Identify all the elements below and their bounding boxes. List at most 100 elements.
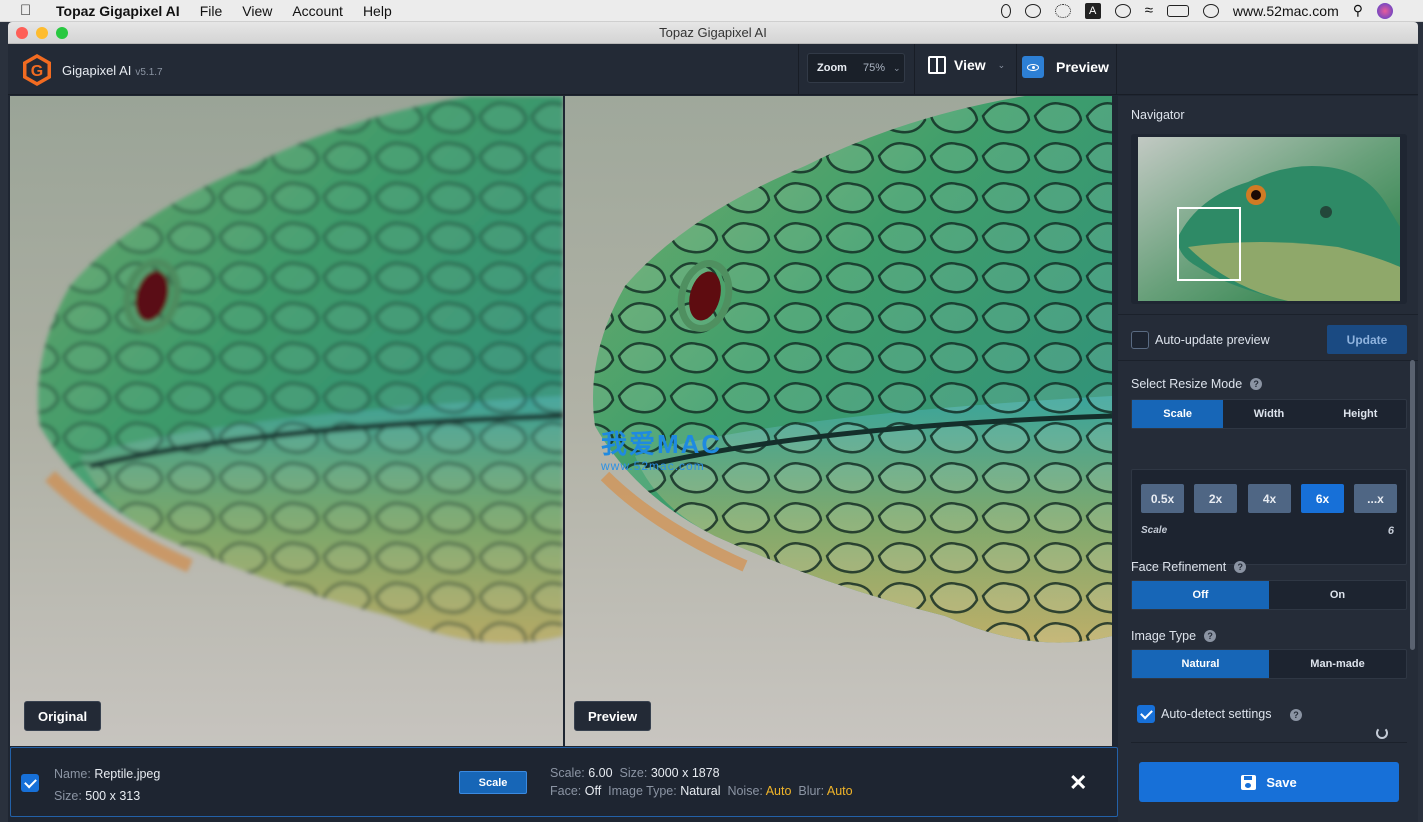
scale-mode-chip: Scale [459,771,527,794]
siri-icon[interactable] [1377,2,1393,19]
sidebar-scrollbar[interactable] [1410,360,1415,650]
zoom-label: Zoom [817,62,847,74]
navigator-viewport-rect[interactable] [1177,207,1241,281]
face-refinement-off[interactable]: Off [1132,581,1269,609]
resize-mode-width[interactable]: Width [1223,400,1314,428]
help-icon[interactable]: ? [1290,709,1302,721]
output-image-type-label: Image Type: [608,784,677,798]
gigapixel-logo-icon: G [23,54,51,86]
save-button[interactable]: Save [1139,762,1399,802]
original-label: Original [24,701,102,731]
view-button[interactable]: View ⌄ [928,56,1005,74]
auto-detect-label: Auto-detect settings [1161,707,1272,721]
preview-pane[interactable] [565,96,1112,746]
original-image [10,96,563,746]
face-refinement-segmented: Off On [1131,580,1407,610]
divider [1131,742,1407,743]
brand-title: Gigapixel AI [62,63,132,78]
app-window: Topaz Gigapixel AI G Gigapixel AI v5.1.7 … [8,22,1418,822]
menu-help[interactable]: Help [363,3,392,19]
image-type-natural[interactable]: Natural [1132,650,1269,678]
refresh-icon[interactable] [1376,727,1388,739]
menu-file[interactable]: File [200,3,223,19]
face-refinement-title: Face Refinement? [1131,560,1247,574]
image-type-segmented: Natural Man-made [1131,649,1407,679]
resize-mode-scale[interactable]: Scale [1132,400,1224,428]
face-refinement-on[interactable]: On [1269,581,1406,609]
navigator-panel[interactable] [1131,134,1407,304]
input-source-icon[interactable]: A [1084,2,1101,19]
menu-app-name[interactable]: Topaz Gigapixel AI [56,3,180,19]
window-title: Topaz Gigapixel AI [659,25,767,40]
eye-icon [1022,56,1044,78]
mouse-icon[interactable] [1000,3,1011,18]
scale-value: 6 [1387,525,1394,537]
image-type-man-made[interactable]: Man-made [1269,650,1406,678]
toolbar-divider [1016,44,1017,95]
output-scale-label: Scale: [550,766,585,780]
gear-icon[interactable] [1054,3,1071,18]
info-icon[interactable] [1202,3,1219,18]
resize-mode-height[interactable]: Height [1315,400,1406,428]
update-button[interactable]: Update [1327,325,1407,354]
preview-label-badge: Preview [574,701,652,731]
preview-button[interactable]: Preview [1022,56,1109,78]
file-select-checkbox[interactable] [21,774,39,792]
output-face-label: Face: [550,784,582,798]
file-info-bar[interactable]: Name: Reptile.jpeg Size: 500 x 313 Scale… [10,747,1118,817]
auto-detect-checkbox[interactable] [1137,705,1155,723]
scale-chip-0-5x[interactable]: 0.5x [1141,484,1184,513]
menu-view[interactable]: View [242,3,272,19]
brand-name: Gigapixel AI v5.1.7 [62,63,163,78]
resize-mode-segmented: Scale Width Height [1131,399,1407,429]
resize-mode-title: Select Resize Mode? [1131,377,1263,391]
scale-chip-2x[interactable]: 2x [1194,484,1237,513]
output-row-2: Face: Off Image Type: Natural Noise: Aut… [550,784,853,798]
help-icon[interactable]: ? [1204,630,1217,642]
output-size-label: Size: [619,766,648,780]
remove-file-close-icon[interactable]: ✕ [1069,770,1087,796]
spotlight-search-icon[interactable]: ⚲ [1353,2,1363,19]
output-noise-label: Noise: [727,784,763,798]
navigator-title: Navigator [1131,108,1185,122]
output-row-1: Scale: 6.00 Size: 3000 x 1878 [550,766,720,780]
scale-chip-custom[interactable]: ...x [1354,484,1397,513]
image-type-text: Image Type [1131,629,1197,643]
output-noise-value: Auto [765,784,792,798]
toolbar-divider [1116,44,1117,95]
help-icon[interactable]: ? [1250,378,1263,390]
scale-options: 0.5x 2x 4x 6x ...x Scale 6 [1131,469,1407,565]
help-icon[interactable]: ? [1234,561,1247,573]
file-name-row: Name: Reptile.jpeg [54,767,160,781]
image-type-title: Image Type? [1131,629,1217,643]
split-view-icon [928,56,946,74]
auto-update-checkbox[interactable] [1131,331,1149,349]
version-text: v5.1.7 [135,67,163,78]
menu-bar:  Topaz Gigapixel AI File View Account H… [0,0,1423,22]
scale-chip-4x[interactable]: 4x [1248,484,1291,513]
original-pane[interactable] [10,96,563,746]
file-size-row: Size: 500 x 313 [54,789,140,803]
preview-image [565,96,1112,746]
wifi-icon[interactable]: ≈ [1145,2,1153,19]
output-blur-label: Blur: [798,784,825,798]
minimize-window-button[interactable] [36,27,48,39]
time-machine-icon[interactable] [1114,3,1131,18]
apple-icon[interactable]:  [20,2,36,19]
image-canvas[interactable]: Original Preview 我爱MAC www.52mac.com [10,96,1112,746]
save-disk-icon [1241,774,1257,790]
scale-chip-6x[interactable]: 6x [1301,484,1344,513]
menubar-site-text: www.52mac.com [1232,2,1339,19]
file-name-value: Reptile.jpeg [94,767,161,781]
scale-label: Scale [1141,525,1168,536]
auto-update-label: Auto-update preview [1155,333,1270,347]
menu-account[interactable]: Account [292,3,343,19]
close-window-button[interactable] [16,27,28,39]
battery-icon[interactable] [1166,4,1189,17]
ghost-icon[interactable] [1024,3,1041,18]
toolbar-divider [798,44,799,95]
zoom-select[interactable]: Zoom 75% ⌄ [807,53,905,83]
divider [1118,360,1418,361]
file-size-value: 500 x 313 [85,789,141,803]
zoom-window-button[interactable] [56,27,68,39]
